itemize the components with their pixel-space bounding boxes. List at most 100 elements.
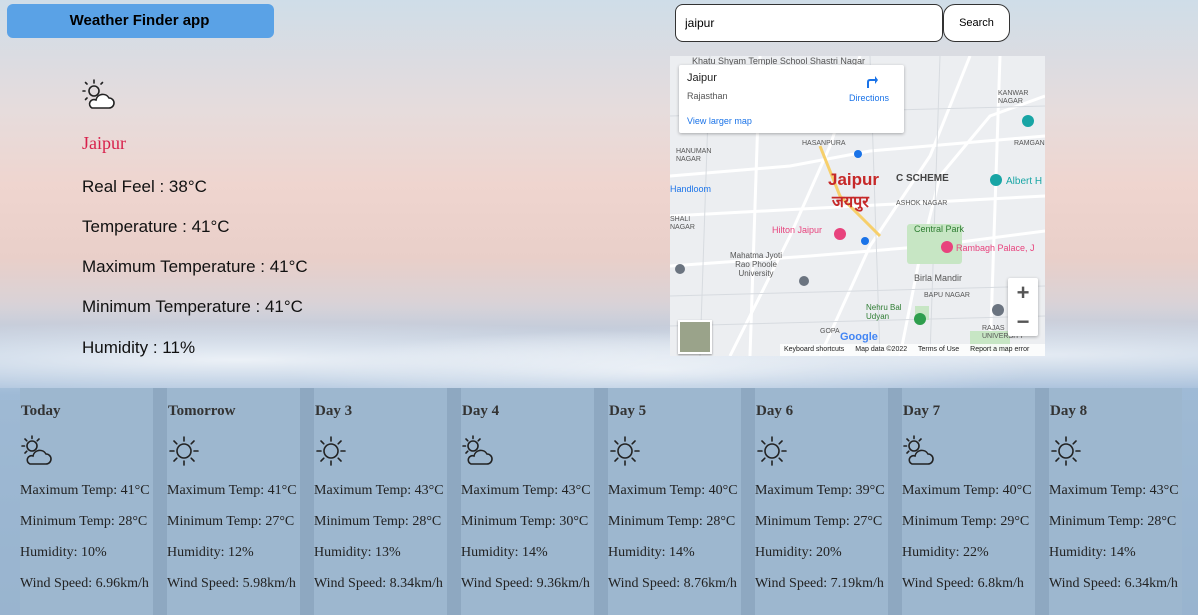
map-poi: HASANPURA (802, 140, 846, 147)
forecast-min: Minimum Temp: 27°C (755, 514, 883, 529)
forecast-day-card: Day 3 Maximum Temp: 43°C Minimum Temp: 28°… (314, 388, 447, 615)
view-larger-map-link[interactable]: View larger map (687, 116, 752, 126)
map-poi: BAPU NAGAR (924, 292, 970, 299)
sun-icon (315, 435, 347, 467)
map-city-label-hindi: जयपुर (832, 194, 869, 211)
report-error-link[interactable]: Report a map error (970, 346, 1029, 353)
partly-cloudy-icon (903, 435, 935, 467)
temperature: Temperature : 41°C (82, 217, 230, 236)
map-poi: Rambagh Palace, J (956, 243, 1035, 253)
partly-cloudy-icon (82, 79, 115, 109)
forecast-day-label: Day 8 (1050, 403, 1088, 419)
real-feel: Real Feel : 38°C (82, 177, 207, 196)
search-button[interactable]: Search (943, 4, 1010, 42)
forecast-humidity: Humidity: 14% (1049, 545, 1136, 560)
map-poi: Albert H (1006, 176, 1043, 187)
app-title: Weather Finder app (7, 4, 274, 38)
humidity: Humidity : 11% (82, 338, 196, 357)
map-poi: Mahatma Jyoti Rao Phoole University (729, 251, 783, 278)
partly-cloudy-icon (462, 435, 494, 467)
map-embed[interactable]: Khatu Shyam Temple School Shastri Nagar … (670, 56, 1045, 356)
forecast-max: Maximum Temp: 43°C (461, 483, 591, 498)
map-place-card: Jaipur Rajasthan View larger map Directi… (679, 65, 904, 133)
sun-icon (609, 435, 641, 467)
forecast-divider (594, 388, 608, 615)
map-poi: RAMGAN (1014, 140, 1045, 147)
forecast-divider (1035, 388, 1049, 615)
forecast-min: Minimum Temp: 28°C (1049, 514, 1177, 529)
forecast-humidity: Humidity: 13% (314, 545, 401, 560)
forecast-max: Maximum Temp: 43°C (1049, 483, 1179, 498)
forecast-humidity: Humidity: 14% (461, 545, 548, 560)
partly-cloudy-icon (21, 435, 53, 467)
search-input[interactable] (675, 4, 943, 42)
forecast-wind: Wind Speed: 6.8km/h (902, 576, 1024, 591)
forecast-wind: Wind Speed: 8.76km/h (608, 576, 737, 591)
map-poi: C SCHEME (896, 173, 949, 184)
forecast-day-label: Day 5 (609, 403, 647, 419)
forecast-humidity: Humidity: 14% (608, 545, 695, 560)
forecast-day-label: Day 6 (756, 403, 794, 419)
map-data-label: Map data ©2022 (855, 346, 908, 353)
forecast-wind: Wind Speed: 5.98km/h (167, 576, 296, 591)
forecast-min: Minimum Temp: 30°C (461, 514, 589, 529)
forecast-max: Maximum Temp: 43°C (314, 483, 444, 498)
map-place-title: Jaipur (687, 72, 717, 84)
forecast-humidity: Humidity: 20% (755, 545, 842, 560)
map-place-subtitle: Rajasthan (687, 91, 728, 101)
forecast-day-card: Day 8 Maximum Temp: 43°C Minimum Temp: 28°… (1049, 388, 1182, 615)
map-poi: KANWAR NAGAR (998, 90, 1029, 105)
zoom-out-button[interactable]: − (1008, 307, 1038, 336)
forecast-day-card: Day 7 Maximum Temp: 40°C Minimum Temp: 29°… (902, 388, 1035, 615)
forecast-day-label: Day 3 (315, 403, 353, 419)
directions-icon[interactable] (863, 73, 879, 89)
forecast-max: Maximum Temp: 40°C (902, 483, 1032, 498)
map-city-label: Jaipur (828, 170, 880, 189)
forecast-wind: Wind Speed: 6.34km/h (1049, 576, 1178, 591)
forecast-day-card: Day 4 Maximum Temp: 43°C Minimum Temp: 30°… (461, 388, 594, 615)
forecast-min: Minimum Temp: 27°C (167, 514, 295, 529)
forecast-wind: Wind Speed: 7.19km/h (755, 576, 884, 591)
map-zoom-controls: + − (1008, 278, 1038, 336)
forecast-min: Minimum Temp: 28°C (20, 514, 148, 529)
forecast-day-card: Day 6 Maximum Temp: 39°C Minimum Temp: 27°… (755, 388, 888, 615)
forecast-day-label: Today (21, 403, 61, 419)
current-city: Jaipur (82, 133, 126, 153)
max-temperature: Maximum Temperature : 41°C (82, 257, 308, 276)
forecast-day-card: Day 5 Maximum Temp: 40°C Minimum Temp: 28°… (608, 388, 741, 615)
forecast-min: Minimum Temp: 28°C (314, 514, 442, 529)
forecast-max: Maximum Temp: 41°C (167, 483, 297, 498)
keyboard-shortcuts-link[interactable]: Keyboard shortcuts (784, 346, 844, 353)
min-temperature: Minimum Temperature : 41°C (82, 297, 303, 316)
forecast-wind: Wind Speed: 9.36km/h (461, 576, 590, 591)
terms-link[interactable]: Terms of Use (918, 346, 959, 353)
forecast-wind: Wind Speed: 8.34km/h (314, 576, 443, 591)
forecast-day-label: Day 7 (903, 403, 941, 419)
map-poi: HANUMAN NAGAR (676, 148, 712, 163)
forecast-day-card: Today Maximum Temp: 41°C Minimum Temp: 28°… (20, 388, 153, 615)
sun-icon (168, 435, 200, 467)
forecast-min: Minimum Temp: 29°C (902, 514, 1030, 529)
forecast-day-label: Day 4 (462, 403, 500, 419)
map-footer: Keyboard shortcuts Map data ©2022 Terms … (780, 344, 1045, 356)
forecast-max: Maximum Temp: 39°C (755, 483, 885, 498)
forecast-day-card: Tomorrow Maximum Temp: 41°C Minimum Temp: … (167, 388, 300, 615)
satellite-toggle[interactable] (678, 320, 712, 354)
zoom-in-button[interactable]: + (1008, 278, 1038, 307)
google-logo: Google (840, 331, 878, 343)
forecast-max: Maximum Temp: 41°C (20, 483, 150, 498)
forecast-divider (447, 388, 461, 615)
map-poi: Handloom (670, 184, 712, 194)
forecast-divider (741, 388, 755, 615)
map-poi: Birla Mandir (914, 273, 963, 283)
directions-link[interactable]: Directions (849, 93, 889, 103)
map-poi: GOPA (820, 328, 840, 335)
map-poi: Nehru Bal Udyan (866, 303, 902, 321)
forecast-wind: Wind Speed: 6.96km/h (20, 576, 149, 591)
map-poi: SHALI NAGAR (670, 216, 695, 231)
map-poi: ASHOK NAGAR (896, 200, 948, 207)
forecast-divider (888, 388, 902, 615)
sun-icon (1050, 435, 1082, 467)
map-poi: Hilton Jaipur (772, 225, 823, 235)
map-poi: Central Park (914, 224, 965, 234)
